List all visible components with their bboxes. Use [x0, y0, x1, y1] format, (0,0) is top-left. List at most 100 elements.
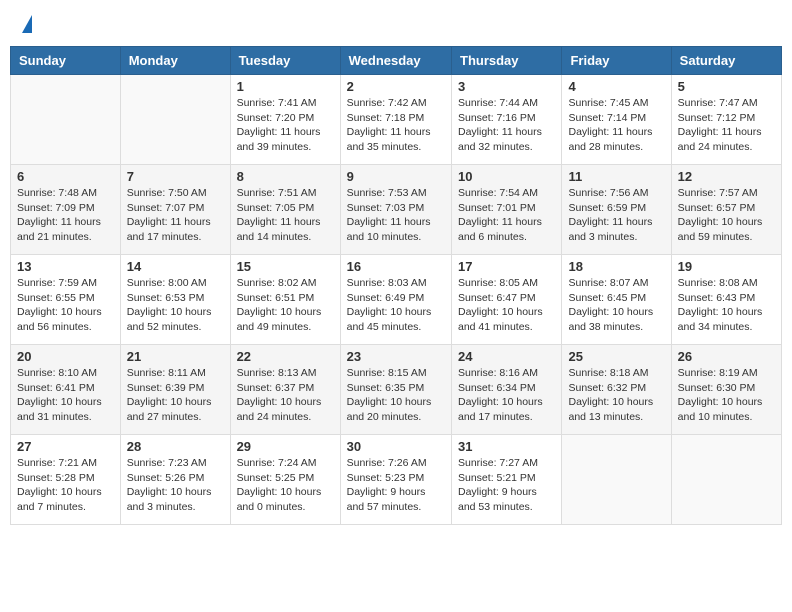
day-info: Sunrise: 7:27 AM Sunset: 5:21 PM Dayligh…: [458, 456, 555, 515]
day-info: Sunrise: 7:51 AM Sunset: 7:05 PM Dayligh…: [237, 186, 334, 245]
day-info: Sunrise: 7:50 AM Sunset: 7:07 PM Dayligh…: [127, 186, 224, 245]
day-number: 30: [347, 439, 445, 454]
day-number: 25: [568, 349, 664, 364]
calendar-cell: 9 Sunrise: 7:53 AM Sunset: 7:03 PM Daylig…: [340, 165, 451, 255]
calendar-cell: 2 Sunrise: 7:42 AM Sunset: 7:18 PM Daylig…: [340, 75, 451, 165]
calendar-cell: 3 Sunrise: 7:44 AM Sunset: 7:16 PM Daylig…: [452, 75, 562, 165]
calendar-cell: [562, 435, 671, 525]
day-info: Sunrise: 7:57 AM Sunset: 6:57 PM Dayligh…: [678, 186, 775, 245]
day-number: 4: [568, 79, 664, 94]
day-number: 23: [347, 349, 445, 364]
calendar-cell: 22 Sunrise: 8:13 AM Sunset: 6:37 PM Dayli…: [230, 345, 340, 435]
day-number: 9: [347, 169, 445, 184]
calendar-cell: 13 Sunrise: 7:59 AM Sunset: 6:55 PM Dayli…: [11, 255, 121, 345]
calendar-body: 1Sunrise: 7:41 AM Sunset: 7:20 PM Daylig…: [11, 75, 782, 525]
calendar-cell: 15 Sunrise: 8:02 AM Sunset: 6:51 PM Dayli…: [230, 255, 340, 345]
day-info: Sunrise: 8:16 AM Sunset: 6:34 PM Dayligh…: [458, 366, 555, 425]
weekday-header-thursday: Thursday: [452, 47, 562, 75]
calendar-cell: 24Sunrise: 8:16 AM Sunset: 6:34 PM Dayli…: [452, 345, 562, 435]
day-number: 26: [678, 349, 775, 364]
day-number: 11: [568, 169, 664, 184]
day-info: Sunrise: 7:42 AM Sunset: 7:18 PM Dayligh…: [347, 96, 445, 155]
day-number: 14: [127, 259, 224, 274]
calendar-cell: 16 Sunrise: 8:03 AM Sunset: 6:49 PM Dayli…: [340, 255, 451, 345]
day-info: Sunrise: 8:11 AM Sunset: 6:39 PM Dayligh…: [127, 366, 224, 425]
calendar-cell: 6Sunrise: 7:48 AM Sunset: 7:09 PM Daylig…: [11, 165, 121, 255]
day-info: Sunrise: 7:48 AM Sunset: 7:09 PM Dayligh…: [17, 186, 114, 245]
calendar-cell: 7 Sunrise: 7:50 AM Sunset: 7:07 PM Daylig…: [120, 165, 230, 255]
day-info: Sunrise: 8:03 AM Sunset: 6:49 PM Dayligh…: [347, 276, 445, 335]
calendar-cell: 8 Sunrise: 7:51 AM Sunset: 7:05 PM Daylig…: [230, 165, 340, 255]
day-info: Sunrise: 8:02 AM Sunset: 6:51 PM Dayligh…: [237, 276, 334, 335]
day-number: 1: [237, 79, 334, 94]
day-number: 21: [127, 349, 224, 364]
day-number: 20: [17, 349, 114, 364]
day-number: 17: [458, 259, 555, 274]
calendar-cell: 21 Sunrise: 8:11 AM Sunset: 6:39 PM Dayli…: [120, 345, 230, 435]
day-info: Sunrise: 8:10 AM Sunset: 6:41 PM Dayligh…: [17, 366, 114, 425]
day-info: Sunrise: 7:24 AM Sunset: 5:25 PM Dayligh…: [237, 456, 334, 515]
day-info: Sunrise: 7:45 AM Sunset: 7:14 PM Dayligh…: [568, 96, 664, 155]
calendar-week-4: 20 Sunrise: 8:10 AM Sunset: 6:41 PM Dayli…: [11, 345, 782, 435]
calendar-cell: [11, 75, 121, 165]
weekday-header-wednesday: Wednesday: [340, 47, 451, 75]
page-header: [10, 10, 782, 38]
calendar-header-row: SundayMondayTuesdayWednesdayThursdayFrid…: [11, 47, 782, 75]
calendar-week-5: 27Sunrise: 7:21 AM Sunset: 5:28 PM Dayli…: [11, 435, 782, 525]
calendar-cell: 5 Sunrise: 7:47 AM Sunset: 7:12 PM Daylig…: [671, 75, 781, 165]
calendar-cell: 12 Sunrise: 7:57 AM Sunset: 6:57 PM Dayli…: [671, 165, 781, 255]
logo: [20, 15, 32, 33]
day-number: 29: [237, 439, 334, 454]
calendar-cell: 4 Sunrise: 7:45 AM Sunset: 7:14 PM Daylig…: [562, 75, 671, 165]
calendar-week-1: 1Sunrise: 7:41 AM Sunset: 7:20 PM Daylig…: [11, 75, 782, 165]
day-number: 7: [127, 169, 224, 184]
calendar-cell: 19 Sunrise: 8:08 AM Sunset: 6:43 PM Dayli…: [671, 255, 781, 345]
day-info: Sunrise: 7:59 AM Sunset: 6:55 PM Dayligh…: [17, 276, 114, 335]
day-info: Sunrise: 8:07 AM Sunset: 6:45 PM Dayligh…: [568, 276, 664, 335]
weekday-header-friday: Friday: [562, 47, 671, 75]
day-info: Sunrise: 8:08 AM Sunset: 6:43 PM Dayligh…: [678, 276, 775, 335]
day-number: 16: [347, 259, 445, 274]
day-info: Sunrise: 7:26 AM Sunset: 5:23 PM Dayligh…: [347, 456, 445, 515]
day-number: 8: [237, 169, 334, 184]
calendar-cell: 26 Sunrise: 8:19 AM Sunset: 6:30 PM Dayli…: [671, 345, 781, 435]
day-info: Sunrise: 8:13 AM Sunset: 6:37 PM Dayligh…: [237, 366, 334, 425]
calendar-cell: 25 Sunrise: 8:18 AM Sunset: 6:32 PM Dayli…: [562, 345, 671, 435]
day-number: 18: [568, 259, 664, 274]
day-number: 19: [678, 259, 775, 274]
day-number: 22: [237, 349, 334, 364]
day-info: Sunrise: 7:47 AM Sunset: 7:12 PM Dayligh…: [678, 96, 775, 155]
calendar-cell: 17 Sunrise: 8:05 AM Sunset: 6:47 PM Dayli…: [452, 255, 562, 345]
day-info: Sunrise: 8:18 AM Sunset: 6:32 PM Dayligh…: [568, 366, 664, 425]
day-number: 15: [237, 259, 334, 274]
day-info: Sunrise: 7:53 AM Sunset: 7:03 PM Dayligh…: [347, 186, 445, 245]
day-number: 27: [17, 439, 114, 454]
day-number: 2: [347, 79, 445, 94]
day-info: Sunrise: 8:15 AM Sunset: 6:35 PM Dayligh…: [347, 366, 445, 425]
day-info: Sunrise: 8:05 AM Sunset: 6:47 PM Dayligh…: [458, 276, 555, 335]
calendar-cell: 10Sunrise: 7:54 AM Sunset: 7:01 PM Dayli…: [452, 165, 562, 255]
calendar-cell: 11 Sunrise: 7:56 AM Sunset: 6:59 PM Dayli…: [562, 165, 671, 255]
day-info: Sunrise: 7:44 AM Sunset: 7:16 PM Dayligh…: [458, 96, 555, 155]
calendar-cell: 23 Sunrise: 8:15 AM Sunset: 6:35 PM Dayli…: [340, 345, 451, 435]
day-number: 3: [458, 79, 555, 94]
weekday-header-saturday: Saturday: [671, 47, 781, 75]
calendar-cell: 28Sunrise: 7:23 AM Sunset: 5:26 PM Dayli…: [120, 435, 230, 525]
weekday-header-monday: Monday: [120, 47, 230, 75]
day-number: 12: [678, 169, 775, 184]
day-number: 5: [678, 79, 775, 94]
weekday-header-sunday: Sunday: [11, 47, 121, 75]
day-info: Sunrise: 7:56 AM Sunset: 6:59 PM Dayligh…: [568, 186, 664, 245]
calendar-table: SundayMondayTuesdayWednesdayThursdayFrid…: [10, 46, 782, 525]
weekday-header-tuesday: Tuesday: [230, 47, 340, 75]
day-info: Sunrise: 7:23 AM Sunset: 5:26 PM Dayligh…: [127, 456, 224, 515]
calendar-cell: 29 Sunrise: 7:24 AM Sunset: 5:25 PM Dayli…: [230, 435, 340, 525]
calendar-cell: 1Sunrise: 7:41 AM Sunset: 7:20 PM Daylig…: [230, 75, 340, 165]
calendar-cell: 27Sunrise: 7:21 AM Sunset: 5:28 PM Dayli…: [11, 435, 121, 525]
day-number: 13: [17, 259, 114, 274]
calendar-cell: [671, 435, 781, 525]
day-number: 10: [458, 169, 555, 184]
calendar-cell: 30 Sunrise: 7:26 AM Sunset: 5:23 PM Dayli…: [340, 435, 451, 525]
calendar-week-2: 6Sunrise: 7:48 AM Sunset: 7:09 PM Daylig…: [11, 165, 782, 255]
day-info: Sunrise: 8:19 AM Sunset: 6:30 PM Dayligh…: [678, 366, 775, 425]
